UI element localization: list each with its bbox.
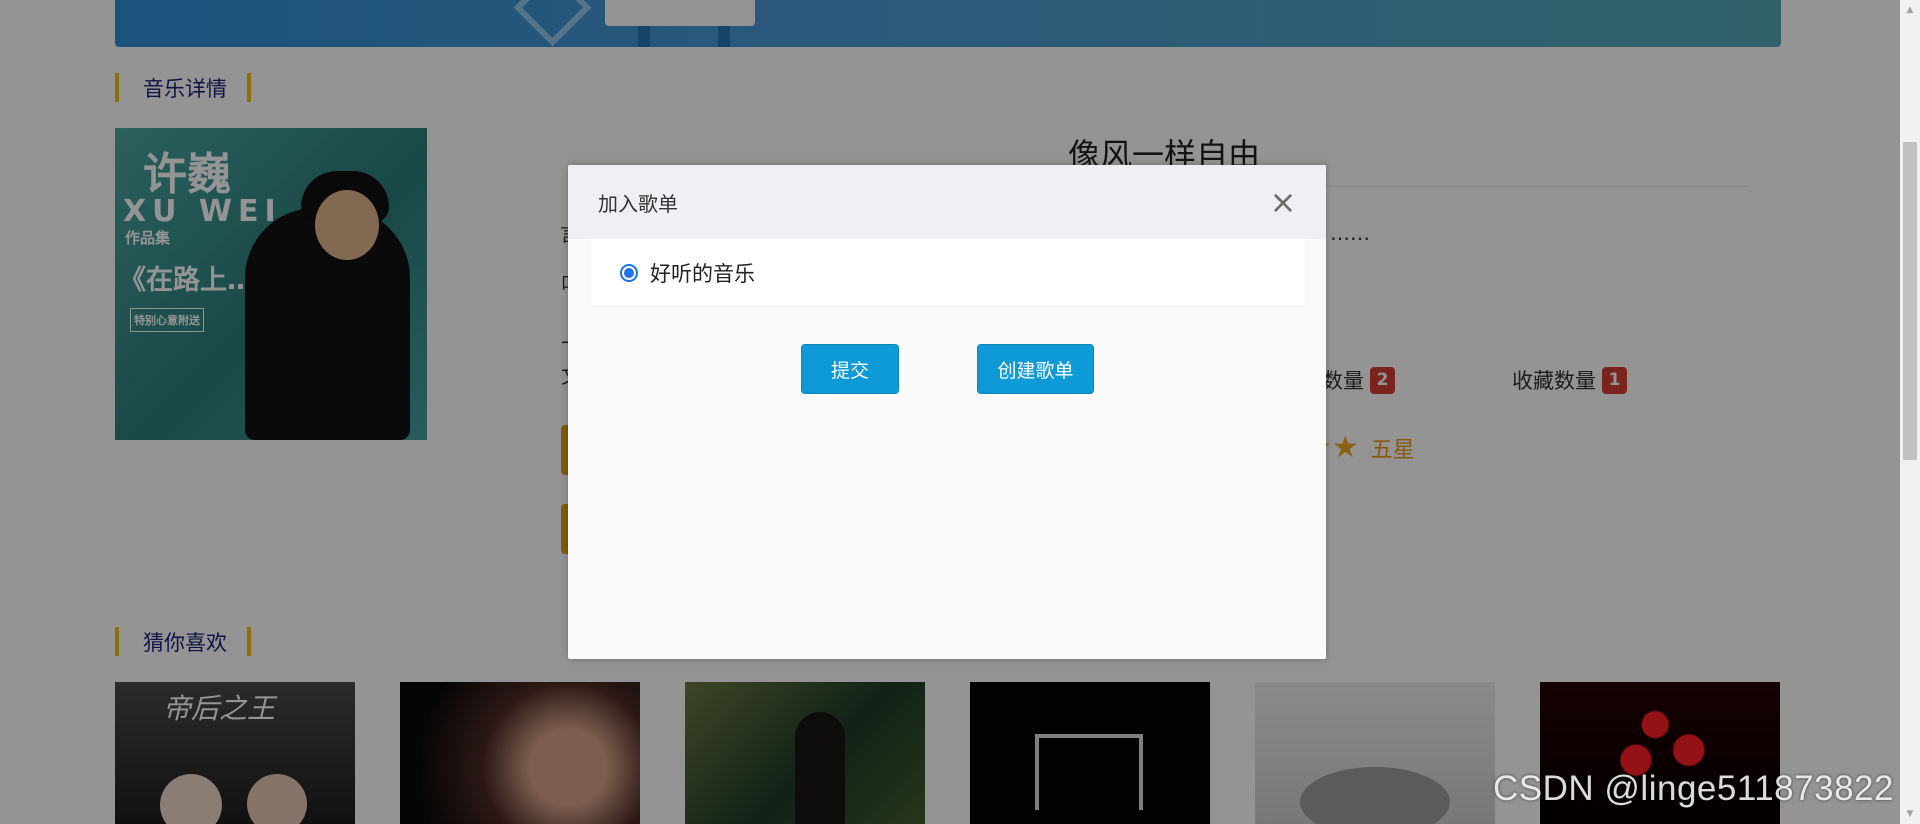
radio-selected-icon[interactable]	[620, 263, 638, 282]
dialog-header: 加入歌单 ×	[568, 165, 1326, 239]
vertical-scrollbar[interactable]: ▲ ▼	[1900, 0, 1920, 824]
close-icon[interactable]: ×	[1268, 186, 1298, 218]
dialog-title: 加入歌单	[598, 191, 678, 216]
dialog-actions: 提交 创建歌单	[568, 344, 1326, 394]
csdn-watermark: CSDN @linge511873822	[1493, 769, 1894, 808]
scroll-up-icon[interactable]: ▲	[1900, 0, 1920, 20]
create-playlist-button[interactable]: 创建歌单	[977, 344, 1094, 394]
scrollbar-thumb[interactable]	[1903, 142, 1917, 460]
playlist-option[interactable]: 好听的音乐	[591, 239, 1305, 307]
add-to-playlist-dialog: 加入歌单 × 好听的音乐 提交 创建歌单	[568, 165, 1326, 659]
music-detail-page: 音乐详情 许巍 XU WEI 作品集 《在路上……》 特别心意附送 像风一样自由…	[0, 0, 1920, 824]
playlist-option-label[interactable]: 好听的音乐	[650, 258, 755, 288]
scroll-down-icon[interactable]: ▼	[1900, 804, 1920, 824]
radio-dot	[624, 267, 634, 278]
submit-button[interactable]: 提交	[801, 344, 899, 394]
